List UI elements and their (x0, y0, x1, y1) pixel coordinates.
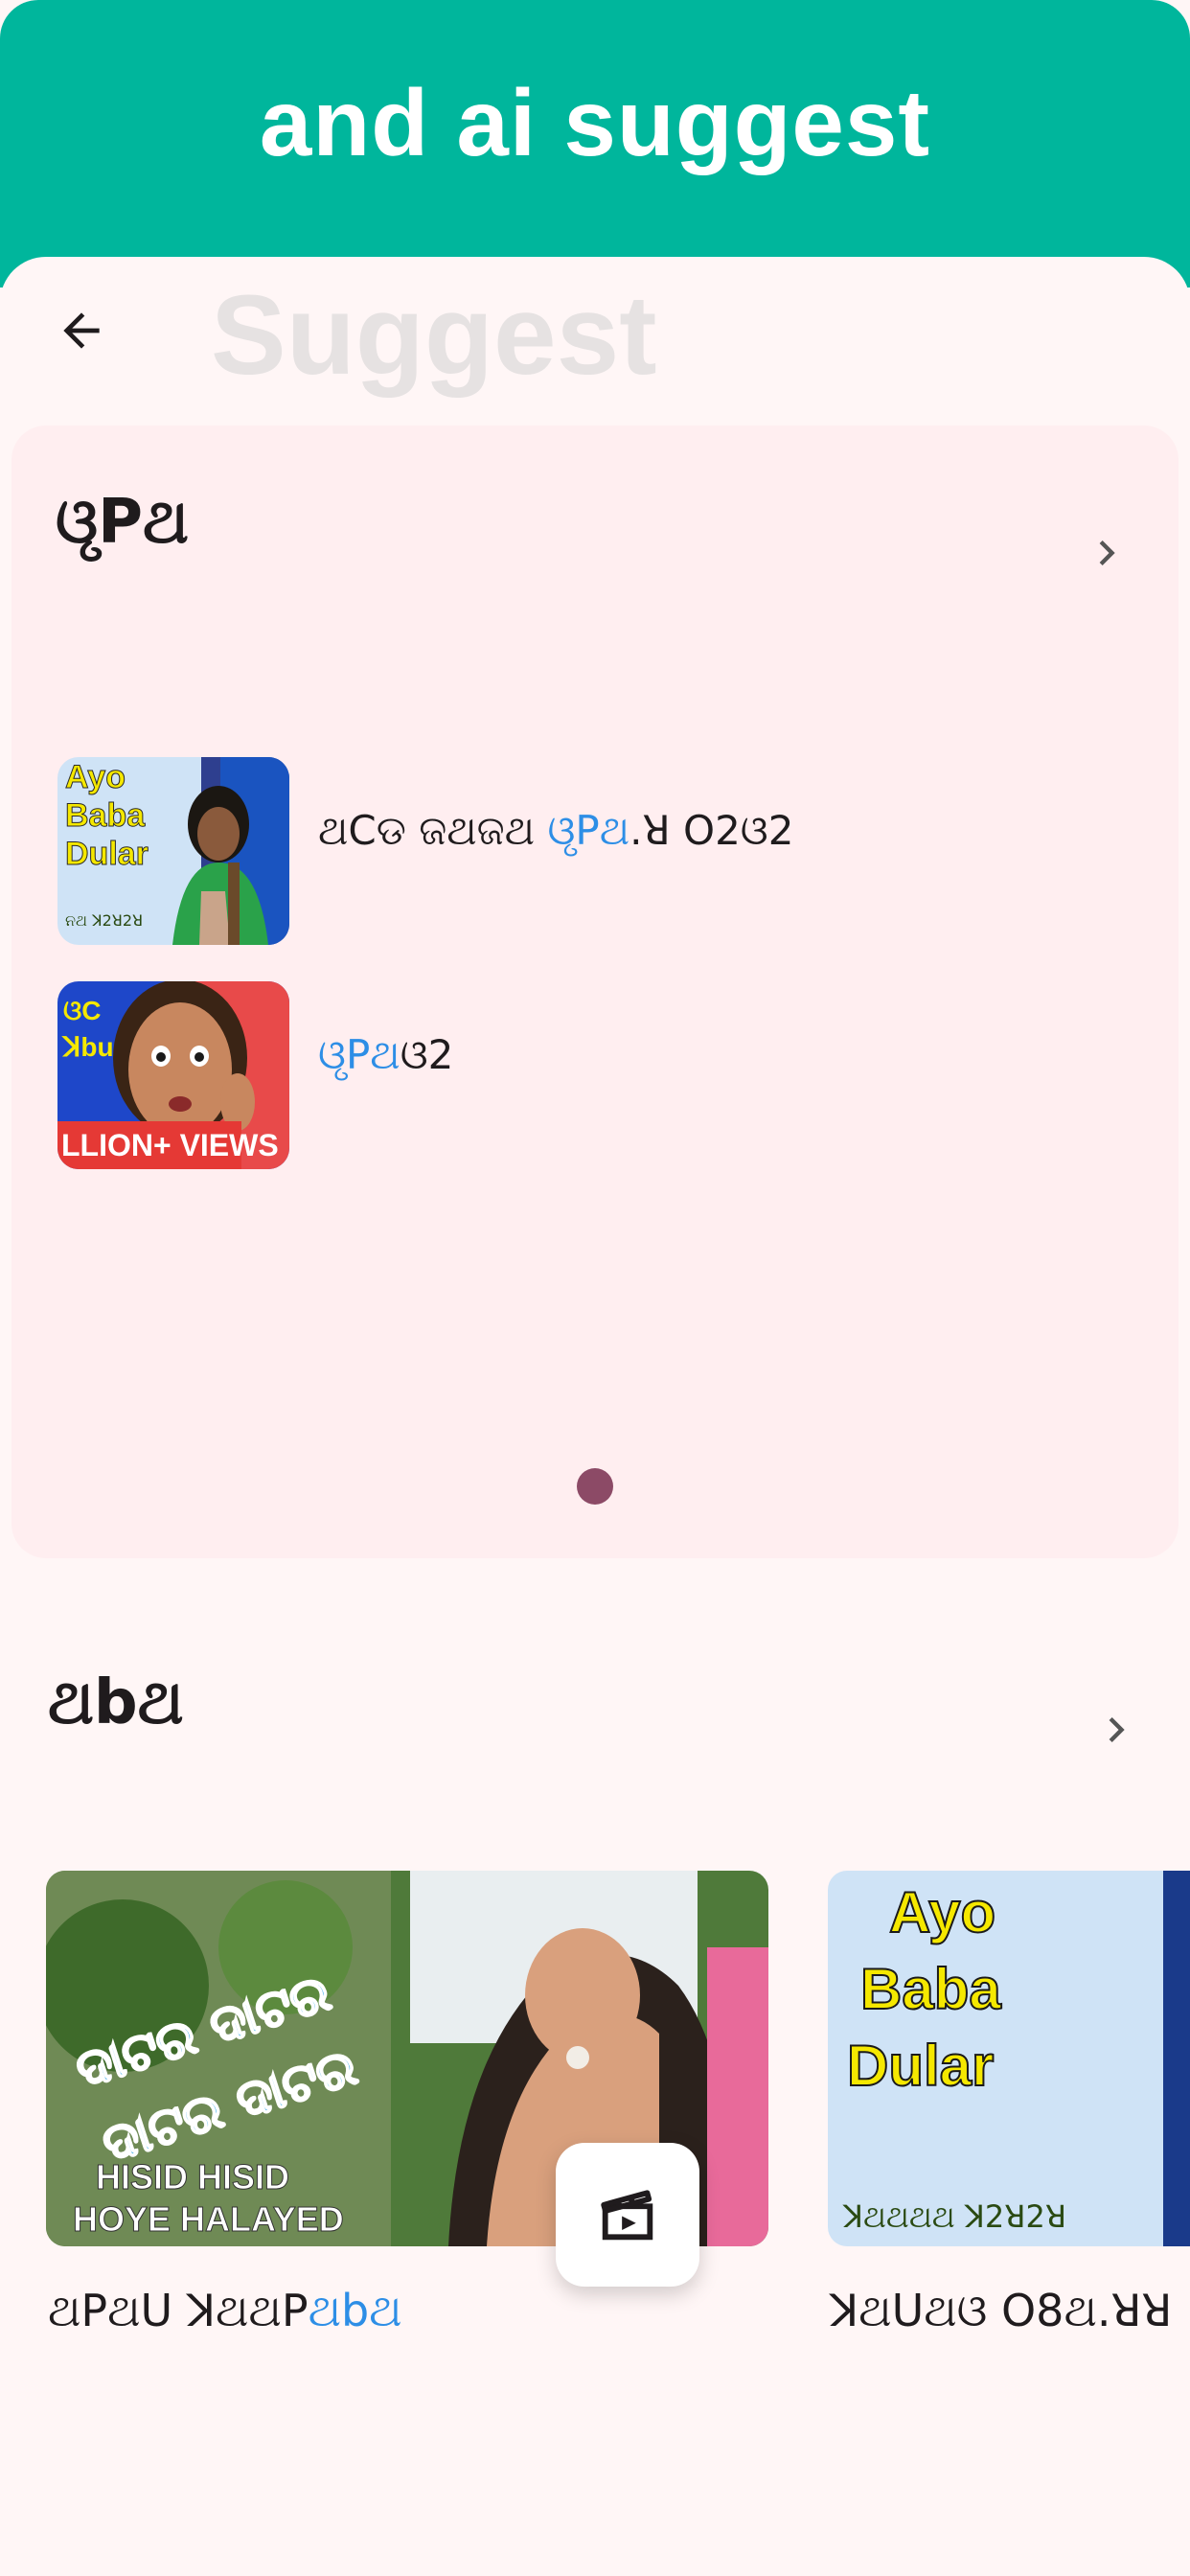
video-title: ꓘଥUଥଓ O8ଥ.ꓤꓤ (830, 2285, 1173, 2336)
thumb-text: HISID HISID (96, 2157, 289, 2196)
screen-title: Suggest (211, 272, 657, 399)
thumb-text: HOYE HALAYED (73, 2199, 344, 2239)
thumb-text: Ayo (889, 1880, 995, 1944)
back-button[interactable] (48, 297, 115, 364)
video-thumbnail: Ayo Baba Dular ꓘଥଥଥଥ ꓘ2ꓤ2ꓤ (828, 1871, 1190, 2246)
section-more-button[interactable] (1073, 519, 1140, 586)
thumb-text: LLION+ VIEWS (61, 1128, 279, 1162)
thumb-text: Baba (65, 797, 146, 834)
list-item-title: ଓୃPଥଓ2 (318, 1031, 454, 1078)
thumb-text: ନଥ ꓘ2ꓤ2ꓤ (65, 911, 143, 930)
section-more-button[interactable] (1083, 1696, 1150, 1763)
thumb-text: ଓC (63, 996, 102, 1025)
top-banner: and ai suggest (0, 0, 1190, 288)
banner-title: and ai suggest (259, 70, 931, 175)
thumb-text: Baba (860, 1957, 1001, 2021)
chevron-right-icon (1109, 1717, 1125, 1742)
list-item-title: ଥCଡ ଜଥଜଥ ଓୃPଥ.ꓤ O2ଓ2 (318, 807, 794, 854)
section-title: ଥbଥ (48, 1668, 184, 1738)
video-title: ଥPଥU ꓘଥଥPଥbଥ (48, 2285, 402, 2336)
arrow-left-icon (63, 312, 100, 349)
thumb-text: Dular (847, 2034, 994, 2098)
video-thumbnail: ଓC ꓘbu LLION+ VIEWS (57, 981, 289, 1169)
section-title: ଓୃPଥ (56, 487, 189, 558)
reels-fab-button[interactable] (556, 2143, 699, 2287)
clapperboard-icon (601, 2190, 653, 2241)
chevron-right-icon (1099, 540, 1115, 565)
list-item[interactable]: Ayo Baba Dular ନଥ ꓘ2ꓤ2ꓤ ଥCଡ ଜଥଜଥ ଓୃPଥ.ꓤ … (57, 757, 1131, 945)
thumb-text: ꓘbu (61, 1032, 114, 1062)
video-thumbnail: Ayo Baba Dular ନଥ ꓘ2ꓤ2ꓤ (57, 757, 289, 945)
list-item[interactable]: ଓC ꓘbu LLION+ VIEWS ଓୃPଥଓ2 (57, 981, 1131, 1169)
thumb-text: ꓘଥଥଥଥ ꓘ2ꓤ2ꓤ (842, 2198, 1066, 2235)
thumb-text: Ayo (65, 759, 126, 795)
pager-dot-active[interactable] (577, 1468, 613, 1505)
thumb-text: Dular (65, 836, 149, 872)
video-card[interactable]: Ayo Baba Dular ꓘଥଥଥଥ ꓘ2ꓤ2ꓤ (828, 1871, 1190, 2246)
